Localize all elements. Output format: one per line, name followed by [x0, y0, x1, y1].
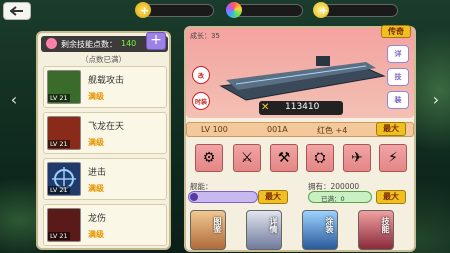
equip-slot-2[interactable]: ⚔ [233, 144, 261, 172]
crossed-swords-icon: ✕ [261, 102, 270, 113]
skill-level: LV 21 [48, 186, 70, 194]
skill-row-3[interactable]: LV 21 进击 满级 [43, 158, 167, 200]
ship-level: LV 100 [201, 125, 228, 134]
turret-icon: ⚒ [277, 150, 291, 166]
skill-row-2[interactable]: LV 21 飞龙在天 满级 [43, 112, 167, 154]
skill-status: 满级 [88, 92, 104, 101]
equip-slot-4[interactable]: ⛭ [306, 144, 334, 172]
power-value: 113410 [285, 102, 320, 112]
owned-bar: 已满：0 [308, 191, 372, 203]
owned-max-button[interactable]: 最大 [376, 190, 406, 204]
skill-level: LV 21 [48, 232, 70, 240]
equip-slot-1[interactable]: ⚙ [195, 144, 223, 172]
ship-code: 001A [267, 125, 288, 134]
game-screen: + + ‹ › 剩余技能点数： 140 （点数已满） LV 21 舰载攻击 满级… [0, 0, 450, 253]
combat-power: ✕ 113410 [259, 101, 343, 115]
paint-label: 涂装 [325, 217, 334, 233]
back-arrow-icon [10, 6, 23, 16]
previous-ship-arrow[interactable]: ‹ [8, 90, 20, 110]
energy-max-button[interactable]: 最大 [258, 190, 288, 204]
engine-icon: ⛭ [314, 150, 326, 166]
radar-icon: ⚡ [388, 150, 398, 166]
plane-icon: ✈ [351, 150, 363, 166]
details-button[interactable]: 详情 [246, 210, 282, 250]
add-skill-points-button[interactable]: + [146, 32, 166, 50]
flower-icon [46, 38, 57, 49]
star-add-button[interactable]: + [319, 5, 328, 16]
aircraft-carrier-icon [219, 56, 386, 101]
skill-points-label: 剩余技能点数： [61, 40, 117, 49]
equip-slot-3[interactable]: ⚒ [270, 144, 298, 172]
equip-slot-6[interactable]: ⚡ [379, 144, 407, 172]
skill-status: 满级 [88, 138, 104, 147]
skill-row-1[interactable]: LV 21 舰载攻击 满级 [43, 66, 167, 108]
points-full-note: （点数已满） [81, 55, 126, 64]
energy-knob[interactable] [190, 193, 198, 201]
skills-label: 技能 [381, 217, 390, 233]
legend-badge: 传奇 [381, 25, 411, 38]
cannon-icon: ⚔ [240, 150, 254, 166]
equip-tag[interactable]: 装 [387, 91, 409, 109]
costume-tag[interactable]: 时装 [192, 92, 210, 110]
skill-status: 满级 [88, 230, 104, 239]
growth-label: 成长：35 [190, 32, 220, 40]
top-bar: + + [0, 0, 450, 22]
gun-icon: ⚙ [202, 150, 216, 166]
details-label: 详情 [269, 217, 278, 233]
skill-row-4[interactable]: LV 21 龙伤 满级 [43, 204, 167, 246]
crystal-icon [226, 2, 242, 18]
energy-bar [188, 191, 258, 203]
modify-tag[interactable]: 改 [192, 66, 210, 84]
equip-slot-5[interactable]: ✈ [343, 144, 371, 172]
codex-label: 图鉴 [213, 217, 222, 233]
skill-name: 舰载攻击 [88, 76, 125, 86]
detail-tag[interactable]: 详 [387, 45, 409, 63]
skill-level: LV 21 [48, 94, 70, 102]
paint-button[interactable]: 涂装 [302, 210, 338, 250]
codex-button[interactable]: 图鉴 [190, 210, 226, 250]
skill-panel: 剩余技能点数： 140 （点数已满） LV 21 舰载攻击 满级 LV 21 飞… [36, 31, 171, 250]
ship-grade: 红色 +4 [317, 126, 348, 135]
skill-name: 飞龙在天 [88, 122, 125, 132]
skills-button[interactable]: 技能 [358, 210, 394, 250]
level-max-button[interactable]: 最大 [376, 122, 406, 136]
next-ship-arrow[interactable]: › [430, 90, 442, 110]
back-button[interactable] [3, 2, 31, 20]
resource-bars: 舰能： 最大 拥有：200000 已满：0 最大 [186, 181, 414, 209]
skill-level: LV 21 [48, 140, 70, 148]
owned-sub: 已满：0 [321, 195, 345, 203]
skill-name: 进击 [88, 168, 107, 178]
skill-name: 龙伤 [88, 214, 107, 224]
skill-status: 满级 [88, 184, 104, 193]
skill-points-value: 140 [121, 39, 137, 48]
skill-tag[interactable]: 技 [387, 68, 409, 86]
gold-add-button[interactable]: + [140, 5, 149, 16]
